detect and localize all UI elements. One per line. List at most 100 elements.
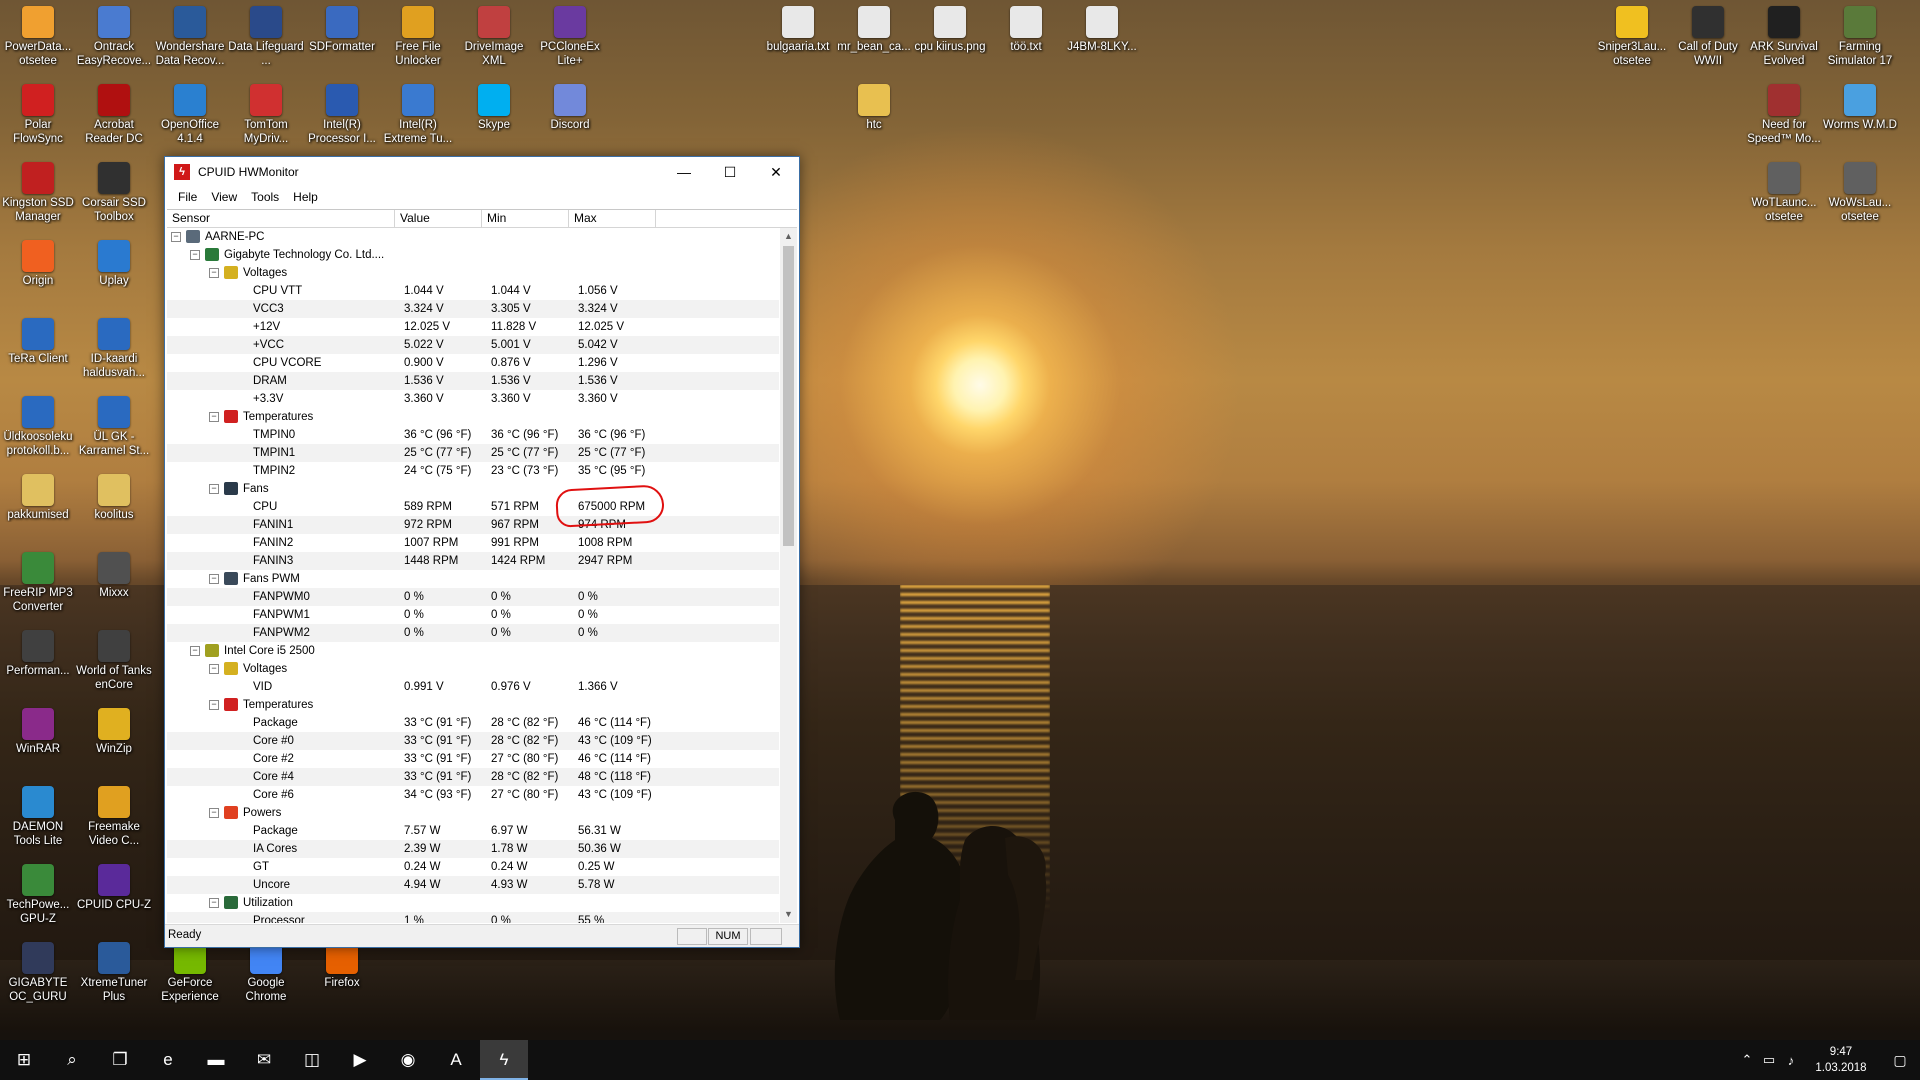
desktop-shortcut[interactable]: CPUID CPU-Z: [76, 864, 152, 912]
media-player-icon[interactable]: ▶: [336, 1040, 384, 1080]
desktop-shortcut[interactable]: Acrobat Reader DC: [76, 84, 152, 146]
desktop-shortcut[interactable]: Free File Unlocker: [380, 6, 456, 68]
sensor-row[interactable]: FANPWM1 0 % 0 % 0 %: [167, 606, 779, 624]
collapse-toggle-icon[interactable]: −: [209, 412, 219, 422]
sensor-row[interactable]: FANIN1 972 RPM 967 RPM 974 RPM: [167, 516, 779, 534]
desktop-shortcut[interactable]: ARK Survival Evolved: [1746, 6, 1822, 68]
start-button[interactable]: ⊞: [0, 1040, 48, 1080]
column-header-value[interactable]: Value: [395, 210, 482, 227]
sensor-row[interactable]: Package 33 °C (91 °F) 28 °C (82 °F) 46 °C (…: [167, 714, 779, 732]
collapse-toggle-icon[interactable]: −: [209, 898, 219, 908]
collapse-toggle-icon[interactable]: −: [209, 574, 219, 584]
menu-help[interactable]: Help: [286, 190, 325, 204]
desktop-shortcut[interactable]: Uplay: [76, 240, 152, 288]
acrobat-taskbar-icon[interactable]: A: [432, 1040, 480, 1080]
collapse-toggle-icon[interactable]: −: [209, 700, 219, 710]
desktop-shortcut[interactable]: Sniper3Lau... otsetee: [1594, 6, 1670, 68]
store-icon[interactable]: ◫: [288, 1040, 336, 1080]
desktop-shortcut[interactable]: bulgaaria.txt: [760, 6, 836, 54]
file-explorer-icon[interactable]: ▬: [192, 1040, 240, 1080]
search-icon[interactable]: ⌕: [48, 1040, 96, 1080]
sensor-row[interactable]: VID 0.991 V 0.976 V 1.366 V: [167, 678, 779, 696]
desktop-shortcut[interactable]: GeForce Experience: [152, 942, 228, 1004]
desktop-shortcut[interactable]: ID-kaardi haldusvah...: [76, 318, 152, 380]
desktop-shortcut[interactable]: WinRAR: [0, 708, 76, 756]
desktop-shortcut[interactable]: pakkumised: [0, 474, 76, 522]
sensor-group-row[interactable]: − Powers: [167, 804, 779, 822]
desktop-shortcut[interactable]: WoTLaunc... otsetee: [1746, 162, 1822, 224]
menu-file[interactable]: File: [171, 190, 204, 204]
desktop-shortcut[interactable]: Corsair SSD Toolbox: [76, 162, 152, 224]
sensor-group-row[interactable]: − Voltages: [167, 660, 779, 678]
sensor-group-row[interactable]: − Fans PWM: [167, 570, 779, 588]
desktop-shortcut[interactable]: TechPowe... GPU-Z: [0, 864, 76, 926]
sensor-row[interactable]: +VCC 5.022 V 5.001 V 5.042 V: [167, 336, 779, 354]
collapse-toggle-icon[interactable]: −: [209, 484, 219, 494]
desktop-shortcut[interactable]: Skype: [456, 84, 532, 132]
sensor-group-row[interactable]: − Utilization: [167, 894, 779, 912]
desktop-shortcut[interactable]: PCCloneEx Lite+: [532, 6, 608, 68]
desktop-shortcut[interactable]: ÜL GK - Karramel St...: [76, 396, 152, 458]
sensor-group-row[interactable]: − Temperatures: [167, 696, 779, 714]
volume-icon[interactable]: ♪: [1780, 1053, 1802, 1068]
sensor-row[interactable]: CPU 589 RPM 571 RPM 675000 RPM: [167, 498, 779, 516]
edge-icon[interactable]: e: [144, 1040, 192, 1080]
vertical-scrollbar[interactable]: ▲ ▼: [780, 228, 797, 923]
desktop-shortcut[interactable]: PowerData... otsetee: [0, 6, 76, 68]
desktop-shortcut[interactable]: Kingston SSD Manager: [0, 162, 76, 224]
desktop-shortcut[interactable]: Worms W.M.D: [1822, 84, 1898, 132]
desktop-shortcut[interactable]: SDFormatter: [304, 6, 380, 54]
network-icon[interactable]: ▭: [1758, 1052, 1780, 1068]
desktop-shortcut[interactable]: WoWsLau... otsetee: [1822, 162, 1898, 224]
desktop-shortcut[interactable]: koolitus: [76, 474, 152, 522]
sensor-row[interactable]: TMPIN2 24 °C (75 °F) 23 °C (73 °F) 35 °C (9…: [167, 462, 779, 480]
sensor-row[interactable]: Core #2 33 °C (91 °F) 27 °C (80 °F) 46 °C (…: [167, 750, 779, 768]
desktop-shortcut[interactable]: Data Lifeguard ...: [228, 6, 304, 68]
desktop-shortcut[interactable]: TeRa Client: [0, 318, 76, 366]
sensor-group-row[interactable]: − Fans: [167, 480, 779, 498]
desktop-shortcut[interactable]: Discord: [532, 84, 608, 132]
desktop-shortcut[interactable]: Ontrack EasyRecove...: [76, 6, 152, 68]
close-button[interactable]: ✕: [753, 157, 799, 187]
desktop-shortcut[interactable]: J4BM-8LKY...: [1064, 6, 1140, 54]
desktop-shortcut[interactable]: Google Chrome: [228, 942, 304, 1004]
desktop-shortcut[interactable]: GIGABYTE OC_GURU: [0, 942, 76, 1004]
column-header-sensor[interactable]: Sensor: [167, 210, 395, 227]
clock[interactable]: 9:47 1.03.2018: [1802, 1044, 1880, 1076]
menu-view[interactable]: View: [204, 190, 244, 204]
desktop-shortcut[interactable]: Intel(R) Extreme Tu...: [380, 84, 456, 146]
column-header-max[interactable]: Max: [569, 210, 656, 227]
action-center-icon[interactable]: ▢: [1880, 1052, 1920, 1069]
scroll-thumb[interactable]: [783, 246, 794, 546]
desktop-shortcut[interactable]: Call of Duty WWII: [1670, 6, 1746, 68]
sensor-row[interactable]: CPU VCORE 0.900 V 0.876 V 1.296 V: [167, 354, 779, 372]
sensor-row[interactable]: FANIN3 1448 RPM 1424 RPM 2947 RPM: [167, 552, 779, 570]
sensor-row[interactable]: +12V 12.025 V 11.828 V 12.025 V: [167, 318, 779, 336]
scroll-down-icon[interactable]: ▼: [780, 906, 797, 923]
show-hidden-icons-icon[interactable]: ⌃: [1736, 1052, 1758, 1068]
sensor-row[interactable]: Core #6 34 °C (93 °F) 27 °C (80 °F) 43 °C (…: [167, 786, 779, 804]
sensor-list[interactable]: Sensor Value Min Max − AARNE-PC − Gigabyte …: [167, 209, 797, 923]
desktop-shortcut[interactable]: World of Tanks enCore: [76, 630, 152, 692]
minimize-button[interactable]: —: [661, 157, 707, 187]
desktop-shortcut[interactable]: htc: [836, 84, 912, 132]
column-header-min[interactable]: Min: [482, 210, 569, 227]
desktop-shortcut[interactable]: FreeRIP MP3 Converter: [0, 552, 76, 614]
firefox-taskbar-icon[interactable]: ◉: [384, 1040, 432, 1080]
desktop-shortcut[interactable]: Mixxx: [76, 552, 152, 600]
sensor-group-row[interactable]: − Temperatures: [167, 408, 779, 426]
collapse-toggle-icon[interactable]: −: [209, 268, 219, 278]
desktop-shortcut[interactable]: Origin: [0, 240, 76, 288]
mail-icon[interactable]: ✉: [240, 1040, 288, 1080]
task-view-icon[interactable]: ❐: [96, 1040, 144, 1080]
collapse-toggle-icon[interactable]: −: [209, 808, 219, 818]
sensor-row[interactable]: Core #0 33 °C (91 °F) 28 °C (82 °F) 43 °C (…: [167, 732, 779, 750]
desktop-shortcut[interactable]: WinZip: [76, 708, 152, 756]
sensor-row[interactable]: TMPIN0 36 °C (96 °F) 36 °C (96 °F) 36 °C (9…: [167, 426, 779, 444]
sensor-row[interactable]: TMPIN1 25 °C (77 °F) 25 °C (77 °F) 25 °C (7…: [167, 444, 779, 462]
sensor-row[interactable]: IA Cores 2.39 W 1.78 W 50.36 W: [167, 840, 779, 858]
desktop-shortcut[interactable]: Need for Speed™ Mo...: [1746, 84, 1822, 146]
desktop-shortcut[interactable]: Performan...: [0, 630, 76, 678]
menu-tools[interactable]: Tools: [244, 190, 286, 204]
desktop-shortcut[interactable]: Intel(R) Processor I...: [304, 84, 380, 146]
